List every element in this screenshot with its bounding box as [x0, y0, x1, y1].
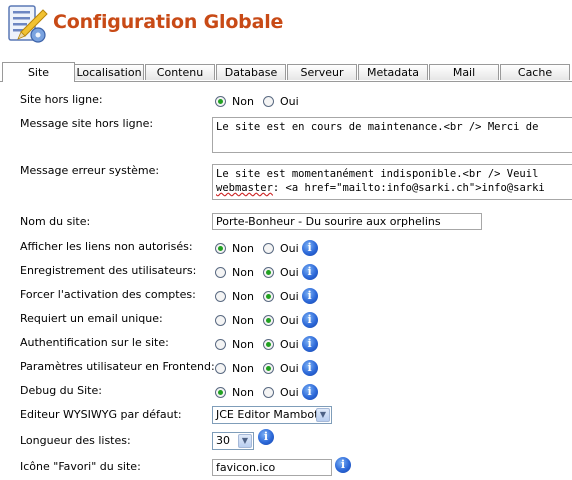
site-auth-radio-group: Non Oui i: [215, 336, 318, 352]
info-icon[interactable]: i: [301, 264, 318, 280]
force-activation-no-label: Non: [232, 289, 254, 303]
offline-no-label: Non: [232, 94, 254, 108]
frontend-params-no-label: Non: [232, 361, 254, 375]
error-message-line2-rest: : <a href="mailto:info@sarki.ch">info@sa…: [272, 182, 545, 194]
config-checklist-icon: [8, 5, 48, 43]
unique-email-yes-radio[interactable]: [262, 314, 274, 326]
site-auth-label: Authentification sur le site:: [20, 336, 169, 349]
site-auth-yes-radio[interactable]: [262, 338, 274, 350]
info-icon[interactable]: i: [301, 384, 318, 400]
site-auth-no-radio[interactable]: [215, 338, 226, 350]
user-registration-no-label: Non: [232, 265, 254, 279]
frontend-params-label: Paramètres utilisateur en Frontend:: [20, 360, 215, 373]
info-icon[interactable]: i: [258, 429, 274, 445]
debug-radio-group: Non Oui i: [215, 384, 318, 400]
list-length-value: 30: [216, 434, 230, 447]
force-activation-no-radio[interactable]: [215, 290, 226, 302]
offline-no-radio[interactable]: [215, 95, 226, 107]
user-registration-yes-label: Oui: [279, 265, 299, 279]
frontend-params-yes-label: Oui: [279, 361, 299, 375]
user-registration-yes-radio[interactable]: [262, 266, 274, 278]
site-name-input[interactable]: Porte-Bonheur - Du sourire aux orphelins: [212, 213, 482, 230]
favicon-value: favicon.ico: [216, 461, 276, 474]
unique-email-yes-label: Oui: [279, 313, 299, 327]
error-message-line2-prefix: webmaster: [216, 182, 273, 194]
info-icon[interactable]: i: [335, 457, 351, 473]
show-unauthorized-no-label: Non: [232, 241, 254, 255]
user-registration-label: Enregistrement des utilisateurs:: [20, 264, 197, 277]
tab-metadata[interactable]: Metadata: [358, 64, 428, 80]
tab-serveur[interactable]: Serveur: [287, 64, 357, 80]
offline-radio-group: Non Oui: [215, 93, 308, 109]
debug-no-label: Non: [232, 385, 254, 399]
wysiwyg-label: Editeur WYSIWYG par défaut:: [20, 408, 182, 421]
unique-email-no-label: Non: [232, 313, 254, 327]
offline-yes-label: Oui: [279, 94, 299, 108]
wysiwyg-select[interactable]: JCE Editor Mambot ▼: [212, 406, 332, 424]
unique-email-label: Requiert un email unique:: [20, 312, 163, 325]
tab-contenu[interactable]: Contenu: [145, 64, 215, 80]
favicon-label: Icône "Favori" du site:: [20, 460, 141, 473]
page-title: Configuration Globale: [53, 11, 284, 33]
info-icon[interactable]: i: [301, 312, 318, 328]
site-name-label: Nom du site:: [20, 215, 91, 228]
offline-yes-radio[interactable]: [262, 95, 274, 107]
frontend-params-yes-radio[interactable]: [262, 362, 274, 374]
unique-email-no-radio[interactable]: [215, 314, 226, 326]
user-registration-radio-group: Non Oui i: [215, 264, 318, 280]
force-activation-yes-label: Oui: [279, 289, 299, 303]
tab-divider: [0, 81, 572, 82]
tab-bar: Site Localisation Contenu Database Serve…: [0, 62, 572, 82]
info-icon[interactable]: i: [301, 288, 318, 304]
tab-mail[interactable]: Mail: [429, 64, 499, 80]
offline-message-label: Message site hors ligne:: [20, 117, 154, 130]
tab-localisation[interactable]: Localisation: [74, 64, 144, 80]
info-icon[interactable]: i: [301, 336, 318, 352]
show-unauthorized-no-radio[interactable]: [215, 242, 226, 254]
frontend-params-radio-group: Non Oui i: [215, 360, 318, 376]
unique-email-radio-group: Non Oui i: [215, 312, 318, 328]
info-icon[interactable]: i: [301, 360, 318, 376]
debug-no-radio[interactable]: [215, 386, 226, 398]
debug-yes-radio[interactable]: [262, 386, 274, 398]
force-activation-radio-group: Non Oui i: [215, 288, 318, 304]
show-unauthorized-radio-group: Non Oui i: [215, 240, 318, 256]
wysiwyg-value: JCE Editor Mambot: [216, 408, 319, 421]
debug-yes-label: Oui: [279, 385, 299, 399]
site-auth-no-label: Non: [232, 337, 254, 351]
info-icon[interactable]: i: [301, 240, 318, 256]
error-message-textarea[interactable]: Le site est momentanément indisponible.<…: [212, 164, 572, 200]
list-length-label: Longueur des listes:: [20, 434, 131, 447]
debug-label: Debug du Site:: [20, 384, 102, 397]
show-unauthorized-yes-radio[interactable]: [262, 242, 274, 254]
chevron-down-icon[interactable]: ▼: [238, 434, 252, 448]
frontend-params-no-radio[interactable]: [215, 362, 226, 374]
tab-database[interactable]: Database: [216, 64, 286, 80]
site-auth-yes-label: Oui: [279, 337, 299, 351]
tab-site[interactable]: Site: [2, 62, 75, 82]
force-activation-label: Forcer l'activation des comptes:: [20, 288, 196, 301]
list-length-select[interactable]: 30 ▼: [212, 432, 254, 450]
chevron-down-icon[interactable]: ▼: [316, 408, 330, 422]
force-activation-yes-radio[interactable]: [262, 290, 274, 302]
offline-message-textarea[interactable]: Le site est en cours de maintenance.<br …: [212, 117, 572, 153]
offline-label: Site hors ligne:: [20, 93, 103, 106]
tab-cache[interactable]: Cache: [500, 64, 570, 80]
user-registration-no-radio[interactable]: [215, 266, 226, 278]
error-message-line1: Le site est momentanément indisponible.<…: [216, 168, 539, 180]
offline-message-text: Le site est en cours de maintenance.<br …: [216, 121, 539, 133]
favicon-input[interactable]: favicon.ico: [212, 459, 332, 476]
show-unauthorized-yes-label: Oui: [279, 241, 299, 255]
error-message-label: Message erreur système:: [20, 164, 160, 177]
show-unauthorized-label: Afficher les liens non autorisés:: [20, 240, 193, 253]
site-name-value: Porte-Bonheur - Du sourire aux orphelins: [216, 215, 441, 228]
header: Configuration Globale: [0, 0, 572, 52]
